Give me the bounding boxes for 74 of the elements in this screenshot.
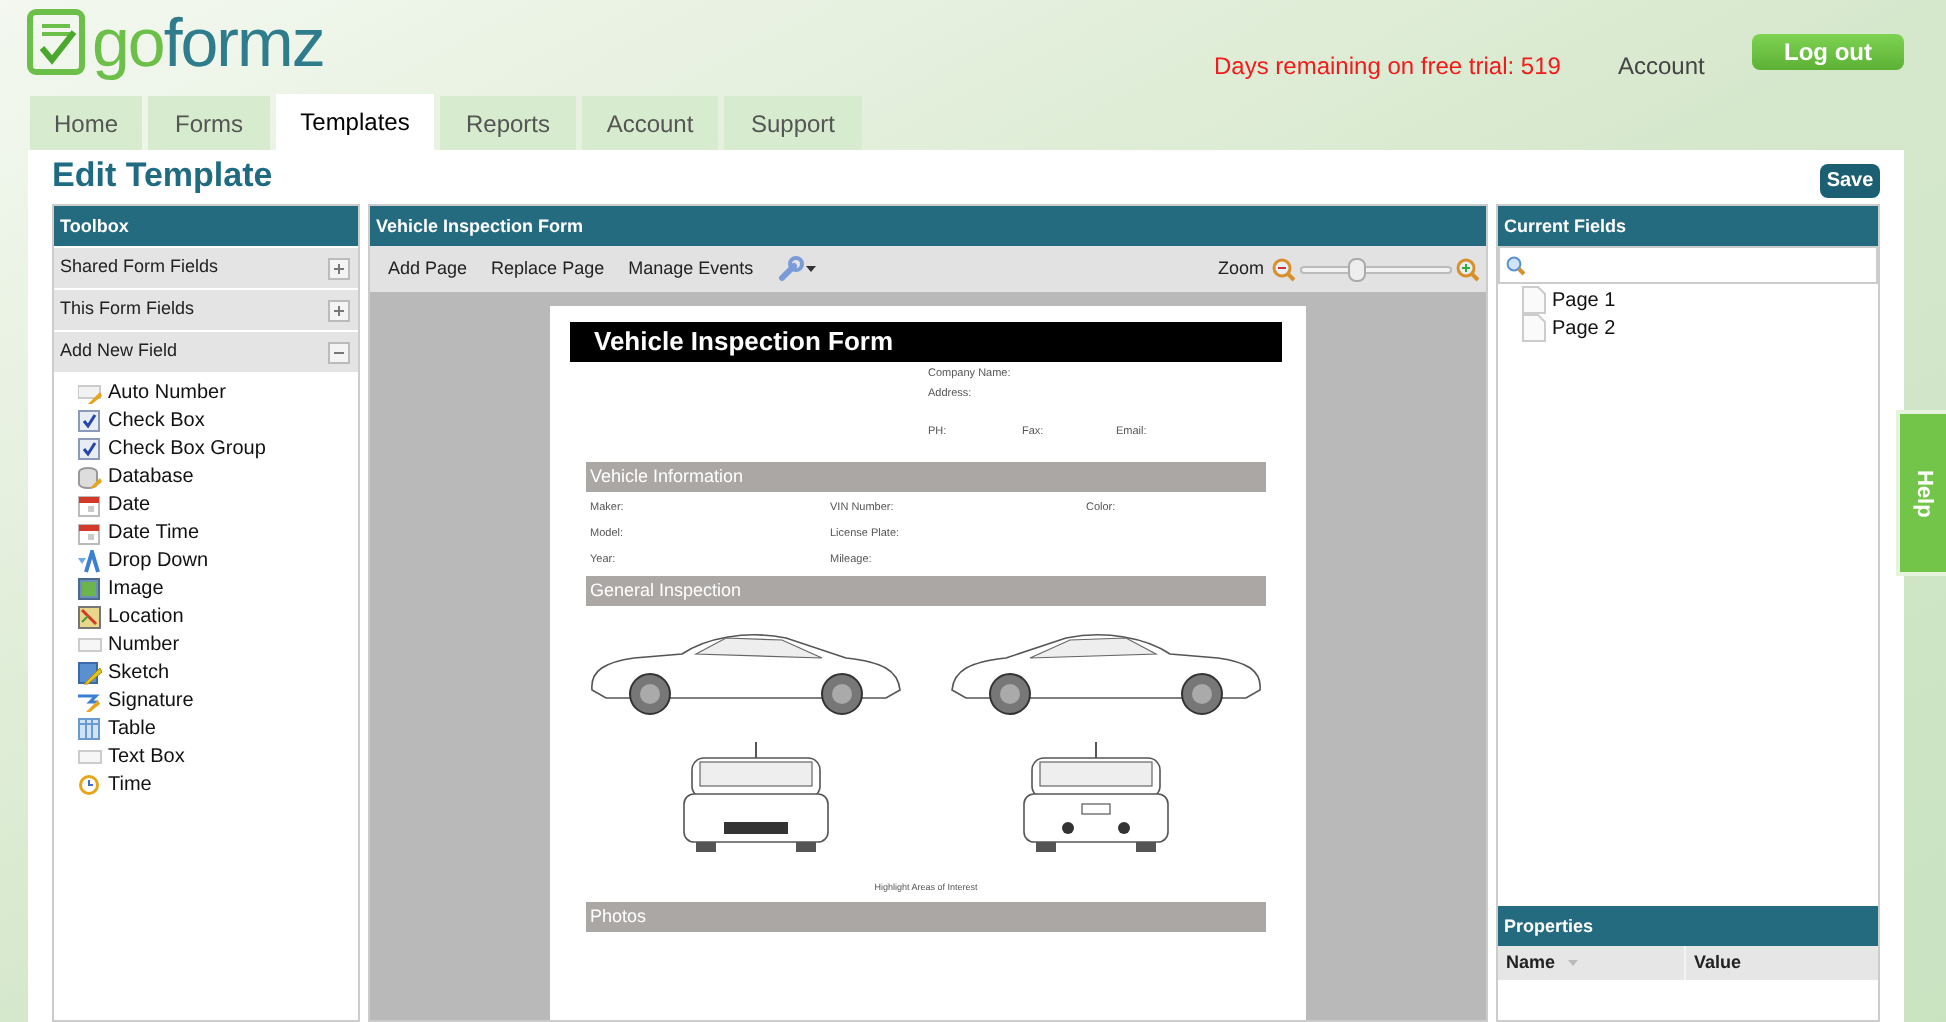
logo-icon (26, 8, 86, 78)
section-header: Photos (586, 901, 1266, 932)
field-type-item[interactable]: Signature (78, 690, 358, 714)
toolbar-button[interactable]: Add Page (388, 255, 468, 283)
page-icon (1522, 314, 1546, 342)
pencil-icon (78, 662, 102, 686)
text-field-icon (78, 634, 102, 658)
nav-tab[interactable]: Reports (440, 96, 576, 150)
field-type-item[interactable]: Check Box Group (78, 438, 358, 462)
page-icon (1522, 286, 1546, 314)
field-type-item[interactable]: Check Box (78, 410, 358, 434)
database-icon (78, 466, 102, 490)
field-type-item[interactable]: Database (78, 466, 358, 490)
accordion-header[interactable]: This Form Fields (54, 290, 358, 330)
map-icon (78, 606, 102, 630)
text-field-icon (78, 746, 102, 770)
sort-icon (1567, 960, 1578, 966)
field-type-item[interactable]: Image (78, 578, 358, 602)
field-type-item[interactable]: Sketch (78, 662, 358, 686)
nav-tab[interactable]: Forms (148, 96, 270, 150)
logo-wordmark: goformz (92, 4, 324, 84)
field-type-item[interactable]: Drop Down (78, 550, 358, 574)
accordion-header[interactable]: Shared Form Fields (54, 248, 358, 288)
letter-a-icon (78, 550, 102, 574)
field-type-item[interactable]: Table (78, 718, 358, 742)
panel-header: Toolbox (54, 206, 358, 246)
slider-thumb[interactable] (1348, 257, 1367, 281)
panel-header: Vehicle Inspection Form (370, 206, 1486, 246)
field-type-item[interactable]: Number (78, 634, 358, 658)
table-icon (78, 718, 102, 742)
accordion-header[interactable]: Add New Field (54, 332, 358, 372)
nav-tab[interactable]: Templates (276, 94, 434, 150)
section-header: Vehicle Information (586, 462, 1266, 492)
zoom-in-icon (1456, 257, 1480, 281)
clock-icon (78, 774, 102, 798)
column-header[interactable]: Name (1498, 946, 1686, 980)
tree-item[interactable]: Page 2 (1506, 314, 1878, 342)
panel-header: Properties (1498, 906, 1878, 946)
save-button[interactable]: Save (1820, 164, 1880, 198)
field-type-item[interactable]: Auto Number (78, 382, 358, 406)
nav-tab[interactable]: Home (30, 96, 142, 150)
nav-tab[interactable]: Support (724, 96, 862, 150)
page-title: Edit Template (52, 156, 273, 196)
accordion-label: Shared Form Fields (60, 254, 219, 281)
form-title: Vehicle Inspection Form (570, 322, 1282, 362)
checkbox-icon (78, 438, 102, 462)
section-header: General Inspection (586, 576, 1266, 606)
wrench-icon (777, 256, 804, 282)
search-icon (1506, 255, 1526, 275)
zoom-out-icon (1272, 257, 1296, 281)
toolbar-button[interactable]: Replace Page (491, 255, 605, 283)
tools-dropdown[interactable] (777, 256, 816, 282)
calendar-icon (78, 522, 102, 546)
trial-notice: Days remaining on free trial: 519 (1214, 50, 1561, 84)
field-type-item[interactable]: Text Box (78, 746, 358, 770)
accordion-label: Add New Field (60, 338, 178, 365)
nav-tab[interactable]: Account (582, 96, 718, 150)
caret-icon (805, 266, 816, 272)
panel-header: Current Fields (1498, 206, 1878, 246)
field-type-item[interactable]: Time (78, 774, 358, 798)
calendar-icon (78, 494, 102, 518)
tree-item[interactable]: Page 1 (1506, 286, 1878, 314)
account-link[interactable]: Account (1618, 48, 1705, 84)
image-icon (78, 578, 102, 602)
toolbar-button[interactable]: Manage Events (628, 255, 754, 283)
accordion-label: This Form Fields (60, 296, 195, 323)
field-type-item[interactable]: Date (78, 494, 358, 518)
column-header[interactable]: Value (1686, 946, 1878, 980)
field-type-item[interactable]: Date Time (78, 522, 358, 546)
checkbox-icon (78, 410, 102, 434)
signature-icon (78, 690, 102, 714)
search-field[interactable] (1498, 246, 1878, 284)
field-type-item[interactable]: Location (78, 606, 358, 630)
zoom-label: Zoom (1217, 255, 1264, 282)
